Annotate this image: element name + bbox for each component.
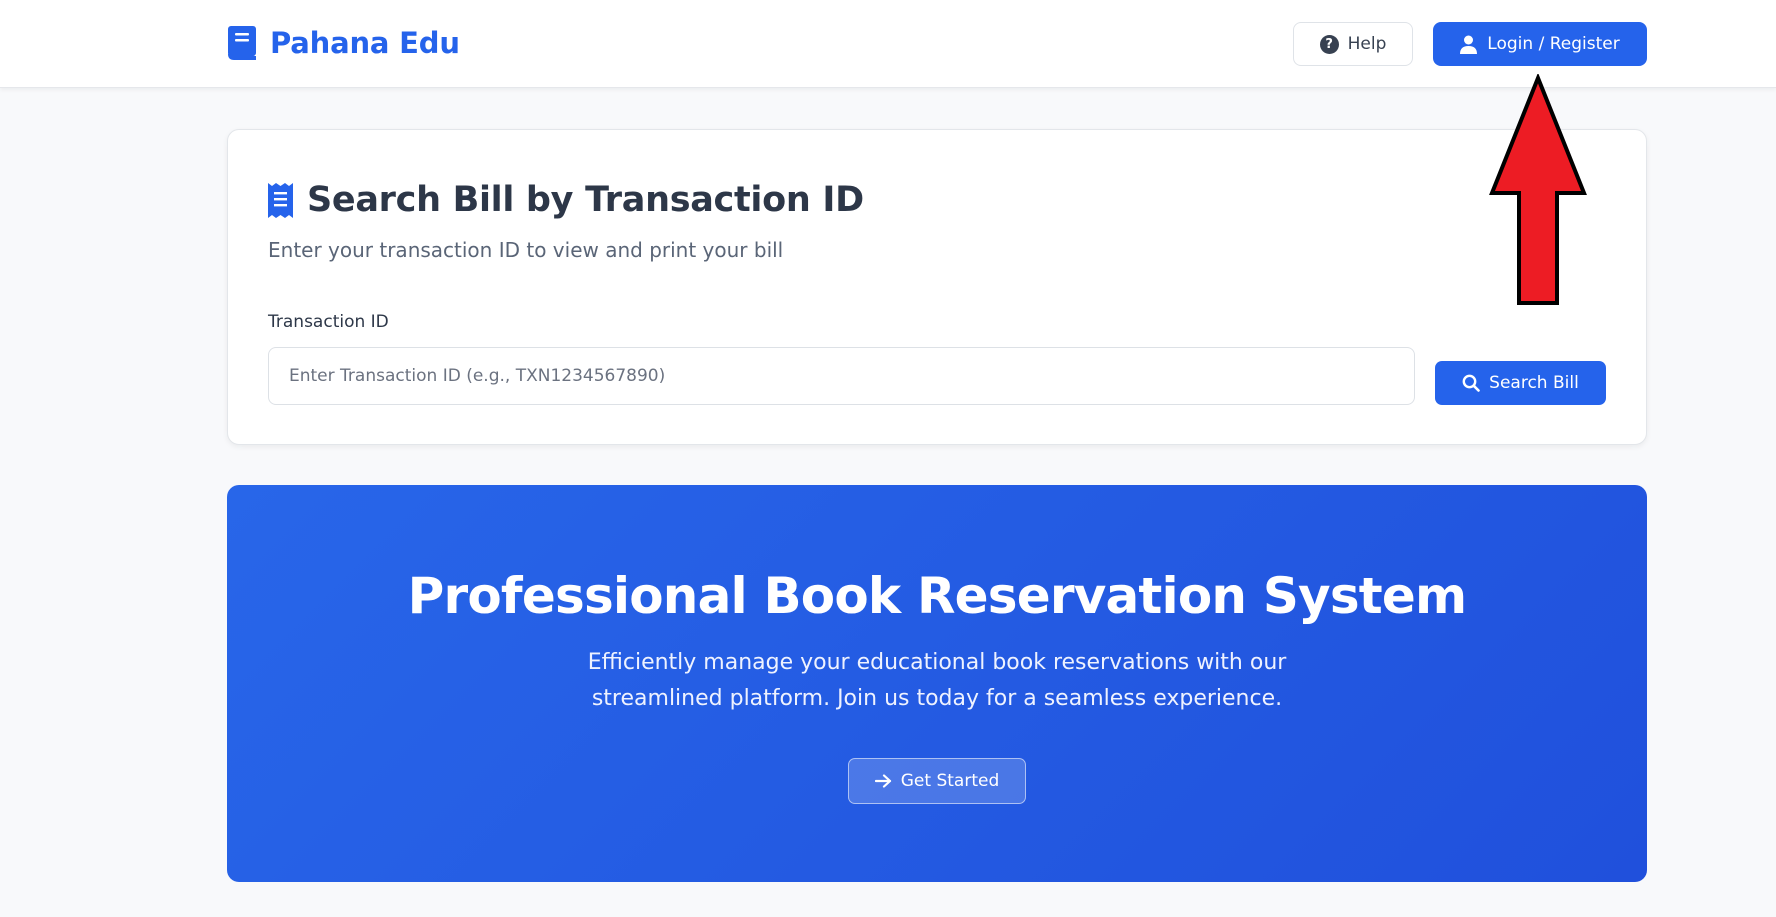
book-icon bbox=[228, 26, 256, 60]
transaction-id-label: Transaction ID bbox=[268, 312, 389, 332]
hero-description: Efficiently manage your educational book… bbox=[587, 650, 1287, 711]
card-title-text: Search Bill by Transaction ID bbox=[307, 180, 864, 220]
help-button[interactable]: ? Help bbox=[1293, 22, 1413, 66]
brand-name: Pahana Edu bbox=[270, 26, 460, 60]
search-bill-label: Search Bill bbox=[1489, 373, 1579, 393]
get-started-button[interactable]: Get Started bbox=[848, 758, 1026, 804]
search-bill-card: Search Bill by Transaction ID Enter your… bbox=[227, 129, 1647, 445]
hero-title: Professional Book Reservation System bbox=[407, 567, 1467, 625]
question-circle-icon: ? bbox=[1319, 34, 1339, 54]
arrow-right-icon bbox=[874, 774, 891, 788]
receipt-icon bbox=[268, 182, 293, 218]
help-button-label: Help bbox=[1347, 34, 1387, 54]
hero-banner: Professional Book Reservation System Eff… bbox=[227, 485, 1647, 882]
card-subtitle: Enter your transaction ID to view and pr… bbox=[268, 238, 784, 262]
login-register-label: Login / Register bbox=[1487, 34, 1620, 54]
red-arrow-annotation bbox=[1489, 74, 1587, 305]
search-icon bbox=[1462, 374, 1480, 392]
login-register-button[interactable]: Login / Register bbox=[1433, 22, 1647, 66]
user-icon bbox=[1460, 35, 1478, 54]
search-bill-button[interactable]: Search Bill bbox=[1435, 361, 1606, 405]
get-started-label: Get Started bbox=[900, 771, 1000, 791]
brand-logo[interactable]: Pahana Edu bbox=[226, 24, 460, 62]
transaction-id-input[interactable] bbox=[268, 347, 1415, 405]
card-title: Search Bill by Transaction ID bbox=[268, 180, 864, 220]
